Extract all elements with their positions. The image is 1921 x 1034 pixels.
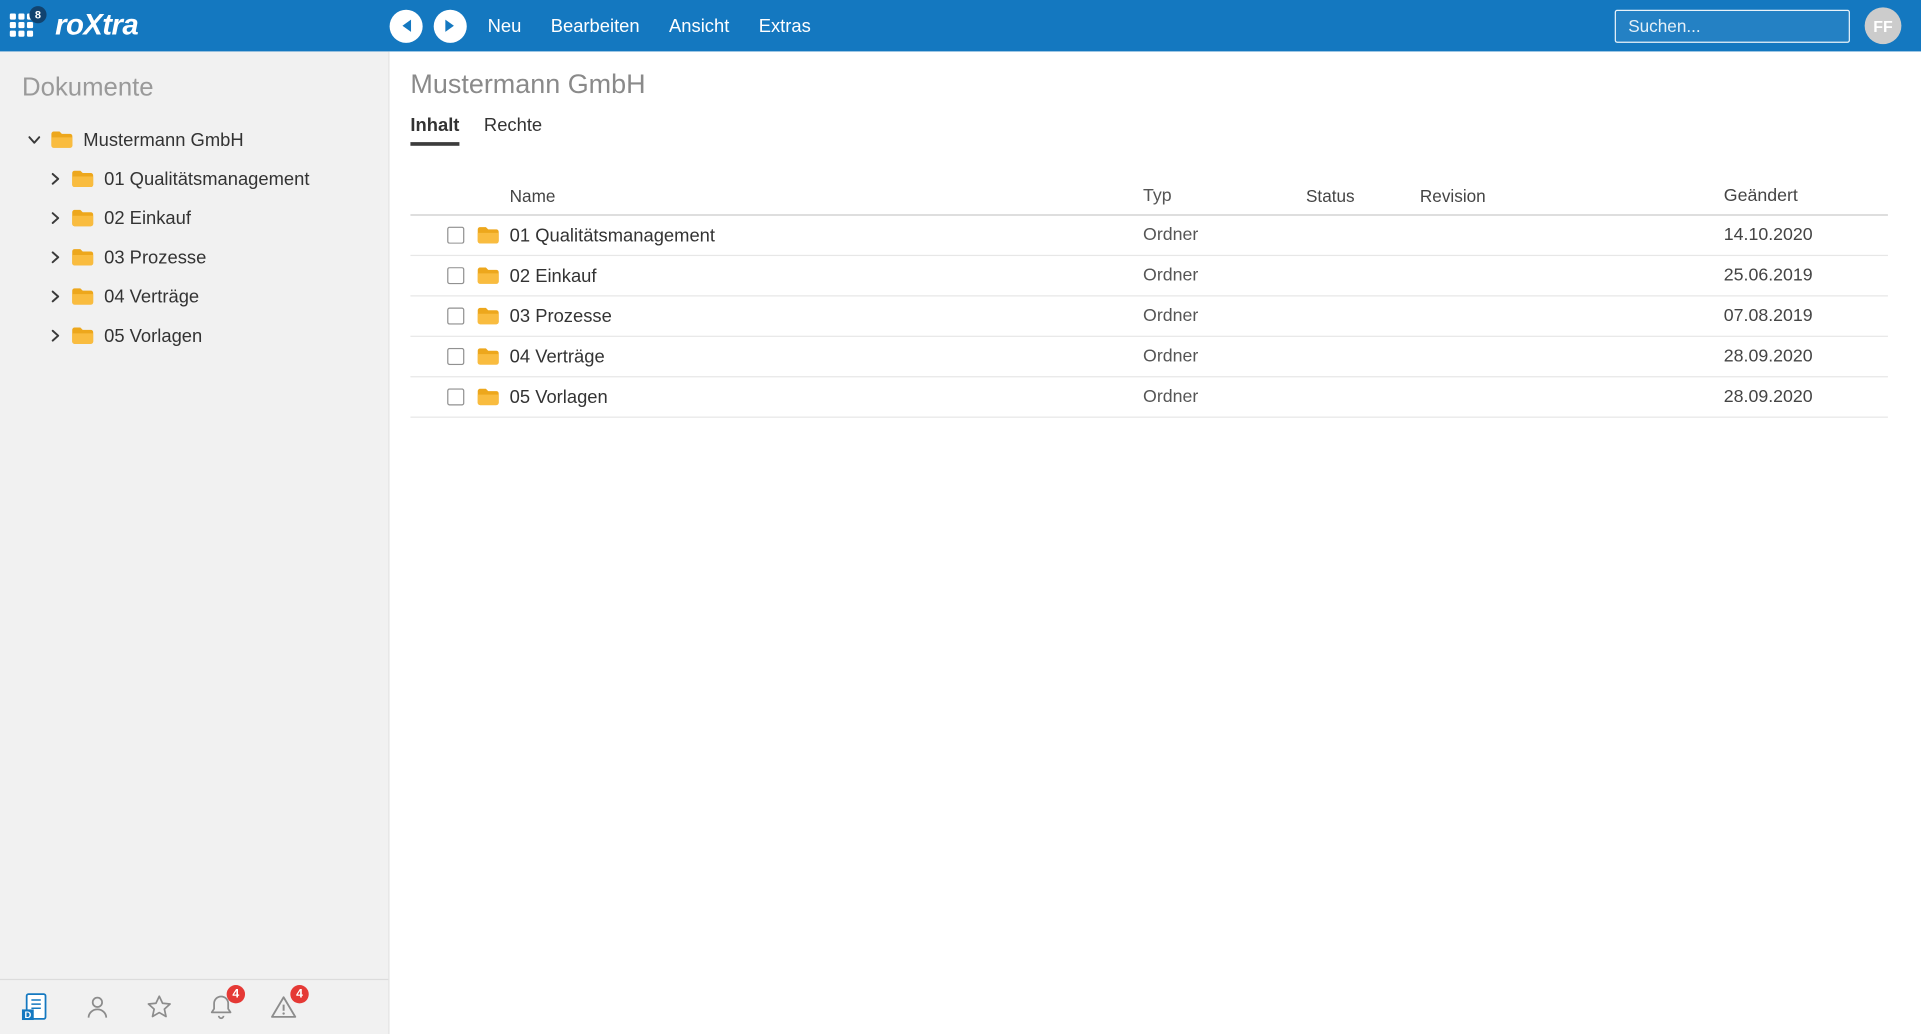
tree-item[interactable]: 03 Prozesse	[0, 238, 388, 277]
table-row[interactable]: 04 Verträge Ordner 28.09.2020	[410, 337, 1888, 378]
menu-item-neu[interactable]: Neu	[488, 15, 522, 36]
tree-item-label: 05 Vorlagen	[104, 325, 203, 347]
row-typ: Ordner	[1143, 225, 1199, 246]
favorites-module-icon[interactable]	[145, 992, 174, 1021]
row-modified: 25.06.2019	[1723, 265, 1813, 286]
tree-item-label: 01 Qualitätsmanagement	[104, 168, 310, 190]
column-header-geaendert[interactable]: Geändert	[1724, 186, 1888, 206]
chevron-right-icon[interactable]	[48, 172, 63, 187]
chevron-right-icon[interactable]	[48, 289, 63, 304]
column-header-revision[interactable]: Revision	[1420, 186, 1724, 206]
row-checkbox[interactable]	[447, 388, 465, 406]
table-body: 01 Qualitätsmanagement Ordner 14.10.2020…	[410, 216, 1888, 418]
folder-icon	[71, 326, 94, 346]
back-button[interactable]	[389, 9, 423, 43]
roxtra-logo: roXtra	[55, 8, 139, 42]
warnings-icon[interactable]: 4	[268, 985, 309, 1021]
chevron-down-icon[interactable]	[27, 132, 42, 147]
folder-tree: Mustermann GmbH 01 Qualitätsmanagement 0…	[0, 120, 388, 355]
folder-icon	[467, 266, 510, 286]
row-modified: 28.09.2020	[1723, 387, 1813, 407]
topbar: 8 roXtra Neu Bearbeiten Ansicht Extras F…	[0, 0, 1921, 52]
page-title: Mustermann GmbH	[410, 68, 646, 100]
sidebar-footer: D 4 4	[0, 978, 389, 1034]
notifications-icon[interactable]: 4	[207, 985, 246, 1021]
column-header-typ[interactable]: Typ	[1143, 186, 1306, 206]
arrow-right-icon	[445, 19, 454, 32]
row-typ: Ordner	[1143, 387, 1199, 407]
folder-icon	[467, 306, 510, 326]
table-row[interactable]: 01 Qualitätsmanagement Ordner 14.10.2020	[410, 216, 1888, 257]
tree-item[interactable]: 01 Qualitätsmanagement	[0, 159, 388, 198]
row-modified: 07.08.2019	[1723, 306, 1813, 326]
row-name[interactable]: 04 Verträge	[510, 346, 1143, 367]
row-name[interactable]: 02 Einkauf	[510, 265, 1143, 286]
person-icon	[87, 996, 108, 1018]
apps-count-badge: 8	[29, 5, 47, 23]
row-checkbox[interactable]	[447, 307, 465, 325]
tab-rechte[interactable]: Rechte	[484, 115, 542, 146]
row-modified: 28.09.2020	[1723, 346, 1813, 367]
column-header-status[interactable]: Status	[1306, 186, 1420, 206]
app-window: 8 roXtra Neu Bearbeiten Ansicht Extras F…	[0, 0, 1921, 1034]
sidebar: Dokumente Mustermann GmbH 01 Qualitätsma…	[0, 51, 390, 1034]
tab-bar: Inhalt Rechte	[410, 115, 1921, 146]
row-name[interactable]: 05 Vorlagen	[510, 387, 1143, 408]
sidebar-title: Dokumente	[22, 73, 154, 102]
menu-item-ansicht[interactable]: Ansicht	[669, 15, 729, 36]
chevron-right-icon[interactable]	[48, 328, 63, 343]
arrow-left-icon	[402, 19, 412, 32]
topbar-brand: 8 roXtra	[0, 5, 390, 43]
folder-icon	[71, 287, 94, 307]
documents-module-icon[interactable]: D	[20, 991, 51, 1023]
folder-icon	[71, 247, 94, 267]
notifications-badge: 4	[226, 985, 246, 1004]
table-row[interactable]: 05 Vorlagen Ordner 28.09.2020	[410, 377, 1888, 418]
folder-icon	[50, 130, 73, 150]
folder-icon	[71, 169, 94, 189]
tree-item[interactable]: 02 Einkauf	[0, 198, 388, 237]
folder-icon	[467, 347, 510, 367]
folder-icon	[71, 208, 94, 228]
apps-grid-icon[interactable]: 8	[9, 5, 47, 39]
tree-item-label: Mustermann GmbH	[83, 129, 244, 151]
table-row[interactable]: 03 Prozesse Ordner 07.08.2019	[410, 296, 1888, 337]
folder-icon	[467, 225, 510, 245]
main-menu: Neu Bearbeiten Ansicht Extras	[488, 15, 811, 36]
row-typ: Ordner	[1143, 265, 1199, 286]
user-module-icon[interactable]	[83, 992, 111, 1021]
row-typ: Ordner	[1143, 346, 1199, 367]
row-name[interactable]: 03 Prozesse	[510, 306, 1143, 327]
tree-item-label: 02 Einkauf	[104, 207, 191, 229]
table-header: Name Typ Status Revision Geändert	[410, 178, 1888, 216]
tree-item[interactable]: 04 Verträge	[0, 277, 388, 316]
folder-icon	[467, 387, 510, 407]
row-checkbox[interactable]	[447, 347, 465, 366]
menu-item-bearbeiten[interactable]: Bearbeiten	[551, 15, 640, 36]
svg-text:D: D	[24, 1009, 31, 1020]
tree-item[interactable]: Mustermann GmbH	[0, 120, 388, 159]
row-typ: Ordner	[1143, 306, 1199, 326]
row-name[interactable]: 01 Qualitätsmanagement	[510, 225, 1143, 246]
tree-item[interactable]: 05 Vorlagen	[0, 316, 388, 355]
forward-button[interactable]	[433, 9, 467, 43]
column-header-name[interactable]: Name	[510, 186, 1143, 206]
row-modified: 14.10.2020	[1723, 225, 1813, 246]
warnings-badge: 4	[290, 985, 309, 1004]
tree-item-label: 04 Verträge	[104, 286, 200, 307]
tree-item-label: 03 Prozesse	[104, 246, 207, 268]
document-icon: D	[21, 993, 47, 1021]
table-row[interactable]: 02 Einkauf Ordner 25.06.2019	[410, 256, 1888, 297]
star-icon	[147, 995, 171, 1018]
search-input[interactable]	[1614, 9, 1850, 43]
menu-item-extras[interactable]: Extras	[759, 15, 811, 36]
row-checkbox[interactable]	[447, 267, 465, 285]
main-content: Mustermann GmbH Inhalt Rechte Name Typ S…	[389, 51, 1921, 1034]
row-checkbox[interactable]	[447, 226, 465, 244]
chevron-right-icon[interactable]	[48, 250, 63, 265]
chevron-right-icon[interactable]	[48, 211, 63, 226]
documents-table: Name Typ Status Revision Geändert 01 Qua…	[410, 178, 1888, 418]
user-avatar[interactable]: FF	[1864, 7, 1902, 45]
tab-inhalt[interactable]: Inhalt	[410, 115, 460, 146]
